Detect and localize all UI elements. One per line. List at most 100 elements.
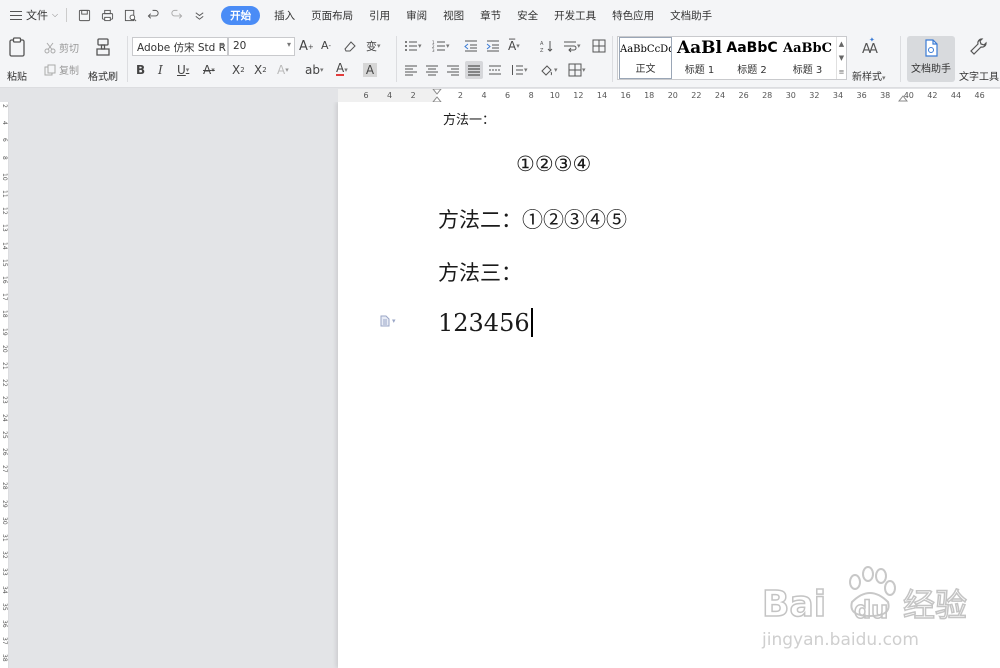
numbered-list-icon[interactable]: 1 2 3 ▾ — [432, 39, 450, 53]
show-hide-icon[interactable] — [592, 39, 606, 53]
ruler-tick-label: 35 — [1, 602, 8, 611]
tab-view[interactable]: 视图 — [443, 8, 464, 23]
new-style-button[interactable]: A A ✦ 新样式▾ — [852, 36, 886, 83]
grow-font-icon[interactable]: A + — [299, 39, 314, 54]
char-shading-icon[interactable]: A — [363, 63, 377, 77]
ruler-tick-label: 16 — [1, 276, 8, 284]
style-heading-3[interactable]: AaBbC 标题 3 — [780, 37, 835, 79]
undo-icon[interactable] — [147, 9, 160, 22]
increase-indent-icon[interactable] — [486, 39, 500, 53]
highlight-icon[interactable]: ab ▾ — [305, 63, 324, 77]
strikethrough-icon[interactable]: A ▾ — [203, 63, 215, 77]
document-page[interactable]: 方法一： ①②③④ 方法二：①②③④⑤ 方法三： 123456 ▾ — [338, 102, 1000, 668]
format-painter-button[interactable]: 格式刷 — [88, 36, 118, 83]
svg-text:3: 3 — [432, 48, 435, 53]
copy-button[interactable]: 复制 — [44, 62, 79, 77]
font-color-icon[interactable]: A ▾ — [336, 62, 348, 76]
superscript-icon[interactable]: X2 — [232, 63, 245, 77]
clear-format-icon[interactable] — [343, 39, 357, 53]
print-icon[interactable] — [101, 9, 114, 22]
redo-icon[interactable] — [170, 9, 183, 22]
style-heading-1[interactable]: AaBl 标题 1 — [674, 37, 725, 79]
paragraph-method-2[interactable]: 方法二：①②③④⑤ — [438, 204, 627, 234]
ruler-tick-label: 24 — [714, 91, 726, 100]
chevron-up-icon[interactable]: ▲ — [837, 37, 846, 51]
underline-icon[interactable]: U ▾ — [177, 63, 189, 77]
ruler-tick-label: 4 — [387, 91, 393, 100]
align-center-icon[interactable] — [425, 63, 439, 77]
subscript-icon[interactable]: X2 — [254, 63, 267, 77]
ruler-tick-label: 33 — [1, 568, 8, 577]
shading-icon[interactable]: ▾ — [540, 63, 558, 77]
ruler-tick-label: 22 — [691, 91, 702, 100]
customize-chevron-icon[interactable] — [193, 9, 206, 22]
right-indent-marker-icon[interactable] — [898, 92, 908, 102]
bullet-list-icon[interactable]: ▾ — [404, 39, 422, 53]
ruler-tick-label: 19 — [1, 327, 8, 336]
format-painter-label: 格式刷 — [88, 72, 118, 83]
tab-home[interactable]: 开始 — [221, 5, 261, 25]
ruler-tick-label: 15 — [1, 258, 8, 267]
save-icon[interactable] — [78, 9, 91, 22]
ruler-tick-label: 18 — [1, 310, 8, 319]
ruler-tick-label: 10 — [1, 172, 8, 181]
decrease-indent-icon[interactable] — [464, 39, 478, 53]
borders-icon[interactable]: ▾ — [568, 63, 586, 77]
tab-developer[interactable]: 开发工具 — [554, 8, 596, 23]
text-effect-icon[interactable]: A ▾ — [277, 63, 289, 77]
style-heading-2[interactable]: AaBbC 标题 2 — [726, 37, 778, 79]
cut-button[interactable]: 剪切 — [44, 40, 79, 55]
shrink-font-icon[interactable]: A- — [321, 39, 331, 52]
style-normal[interactable]: AaBbCcDd 正文 — [619, 37, 672, 79]
text-tools-button[interactable]: 文字工具 — [959, 36, 999, 83]
chevron-down-icon[interactable]: ▼ — [837, 51, 846, 65]
tab-references[interactable]: 引用 — [369, 8, 390, 23]
paragraph-handle[interactable]: ▾ — [380, 315, 396, 327]
paragraph-digits-text: 123456 — [438, 309, 530, 337]
vertical-ruler[interactable]: 2 4 6 8 10 11 12 13 14 15 16 17 18 19 20 21 22 23 24 25 26 27… — [0, 102, 9, 668]
ruler-tick-label: 34 — [1, 585, 8, 594]
align-left-icon[interactable] — [404, 63, 418, 77]
ruler-tick-label: 32 — [809, 91, 820, 100]
phonetic-guide-icon[interactable]: 变 ▾ — [366, 38, 381, 54]
indent-marker-icon[interactable] — [432, 89, 442, 102]
ruler-tick-label: 37 — [1, 637, 8, 645]
wrench-icon — [970, 38, 987, 55]
ruler-tick-label: 14 — [596, 91, 608, 100]
file-menu[interactable]: 文件 ⌵ — [26, 7, 58, 23]
hamburger-icon[interactable] — [10, 10, 22, 20]
print-preview-icon[interactable] — [124, 9, 137, 22]
sort-icon[interactable]: AZ — [540, 39, 554, 53]
line-spacing-icon[interactable]: ▾ — [510, 63, 528, 77]
bold-icon[interactable]: B — [136, 63, 145, 77]
tab-doc-assistant[interactable]: 文档助手 — [670, 8, 712, 23]
horizontal-ruler[interactable]: 6 4 2 2 4 6 8 10 12 14 16 18 20 22 24 26 28 30 32 34 36 38 40 4… — [0, 89, 1000, 102]
copy-icon — [44, 64, 56, 75]
line-break-icon[interactable]: ▾ — [563, 39, 581, 53]
divider — [127, 36, 128, 82]
tab-insert[interactable]: 插入 — [274, 8, 295, 23]
tab-chapter[interactable]: 章节 — [480, 8, 501, 23]
ruler-tick-label: 6 — [363, 91, 369, 100]
tab-security[interactable]: 安全 — [517, 8, 538, 23]
align-right-icon[interactable] — [446, 63, 460, 77]
gallery-scroll[interactable]: ▲ ▼ ≡ — [836, 37, 846, 79]
tab-special-apps[interactable]: 特色应用 — [612, 8, 654, 23]
paragraph-digits[interactable]: 123456 — [438, 308, 533, 337]
font-size-select[interactable]: 20 ▾ — [228, 37, 295, 56]
paste-button[interactable]: 粘贴 — [6, 36, 28, 83]
tab-page-layout[interactable]: 页面布局 — [311, 8, 353, 23]
paragraph-circled-numbers[interactable]: ①②③④ — [516, 152, 591, 176]
style-sample: AaBbC — [783, 41, 832, 56]
doc-assistant-button[interactable]: 文档助手 — [907, 36, 955, 82]
distributed-icon[interactable] — [488, 63, 502, 77]
font-name-select[interactable]: Adobe 仿宋 Std R ▾ — [132, 37, 228, 56]
italic-icon[interactable]: I — [158, 63, 163, 77]
tab-review[interactable]: 审阅 — [406, 8, 427, 23]
expand-icon[interactable]: ≡ — [837, 65, 846, 79]
justify-icon[interactable] — [465, 61, 483, 79]
text-direction-icon[interactable]: A̅ ▾ — [508, 39, 520, 53]
paragraph-method-3[interactable]: 方法三： — [438, 257, 522, 287]
document-canvas[interactable]: 方法一： ①②③④ 方法二：①②③④⑤ 方法三： 123456 ▾ — [9, 102, 1000, 668]
paragraph-method-1[interactable]: 方法一： — [443, 109, 495, 128]
